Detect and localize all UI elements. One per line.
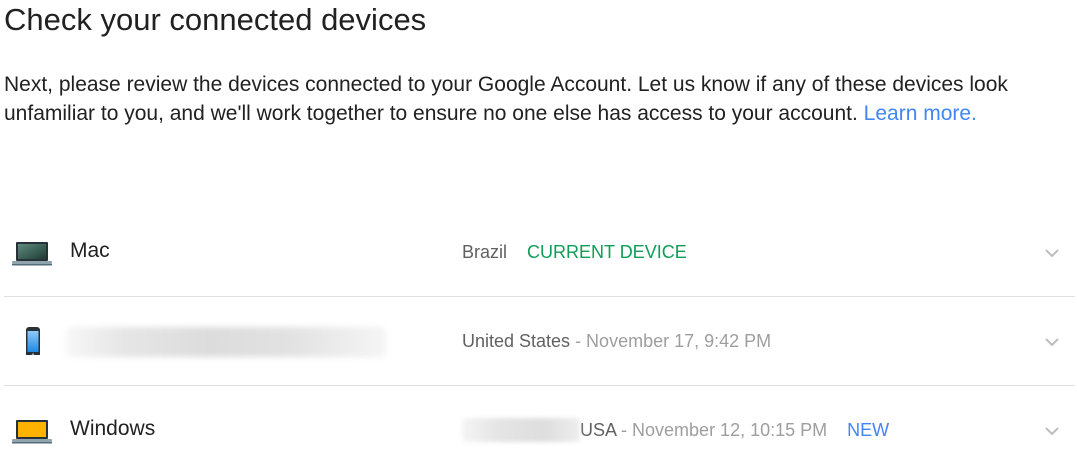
chevron-down-icon[interactable] bbox=[1043, 244, 1061, 262]
device-meta: United States - November 17, 9:42 PM bbox=[462, 329, 771, 353]
device-row-windows[interactable]: Windows USA - November 12, 10:15 PM NEW bbox=[4, 386, 1075, 474]
device-location: Brazil bbox=[462, 242, 508, 262]
device-name: Mac bbox=[70, 239, 110, 262]
device-meta: Brazil CURRENT DEVICE bbox=[462, 240, 687, 264]
device-row-mac[interactable]: Mac Brazil CURRENT DEVICE bbox=[4, 208, 1075, 297]
iphone-icon bbox=[26, 327, 40, 355]
laptop-mac-icon bbox=[12, 242, 52, 266]
laptop-windows-icon bbox=[12, 420, 52, 444]
description-text: Next, please review the devices connecte… bbox=[4, 73, 1008, 125]
device-meta: USA - November 12, 10:15 PM NEW bbox=[462, 418, 889, 442]
chevron-down-icon[interactable] bbox=[1043, 422, 1061, 440]
page-title: Check your connected devices bbox=[4, 2, 427, 37]
page-description: Next, please review the devices connecte… bbox=[4, 70, 1064, 128]
device-name: Windows bbox=[70, 417, 156, 440]
device-last-active: - November 17, 9:42 PM bbox=[570, 331, 772, 351]
device-last-active: - November 12, 10:15 PM bbox=[616, 420, 828, 440]
device-location: USA bbox=[580, 420, 617, 440]
device-location-redacted bbox=[462, 418, 580, 442]
device-location: United States bbox=[462, 331, 571, 351]
learn-more-link[interactable]: Learn more. bbox=[864, 102, 977, 125]
current-device-badge: CURRENT DEVICE bbox=[527, 242, 687, 262]
device-row-iphone[interactable]: United States - November 17, 9:42 PM bbox=[4, 297, 1075, 386]
device-list: Mac Brazil CURRENT DEVICE United States -… bbox=[4, 208, 1075, 474]
chevron-down-icon[interactable] bbox=[1043, 333, 1061, 351]
device-name-redacted bbox=[66, 327, 386, 357]
new-device-badge: NEW bbox=[847, 420, 890, 440]
